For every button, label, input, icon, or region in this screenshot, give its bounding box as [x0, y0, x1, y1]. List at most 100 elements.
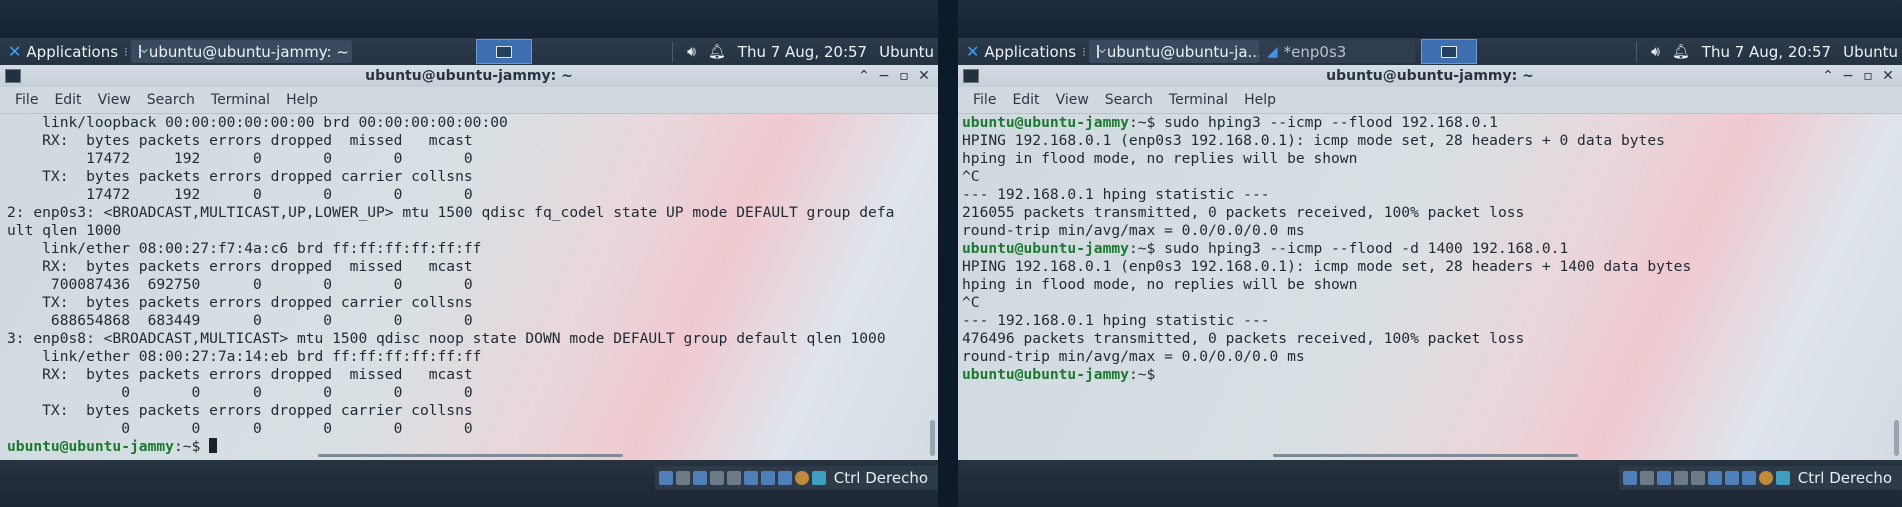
- vertical-scrollbar[interactable]: [930, 420, 935, 456]
- maximize-button[interactable]: ▫: [894, 68, 914, 84]
- notification-bell-icon[interactable]: 🔔︎: [708, 44, 726, 60]
- terminal-app-icon: [5, 69, 21, 83]
- mouse-integration-icon[interactable]: [1741, 471, 1756, 485]
- shell-prompt: ubuntu@ubuntu-jammy: [962, 240, 1129, 257]
- vertical-scrollbar[interactable]: [1894, 420, 1899, 456]
- host-key-label: Ctrl Derecho: [1797, 469, 1892, 487]
- applications-menu[interactable]: ✕ Applications ⁝: [0, 38, 131, 65]
- recording-icon[interactable]: [1724, 471, 1739, 485]
- terminal-app-icon: [963, 69, 979, 83]
- horizontal-scrollbar[interactable]: [1273, 454, 1578, 457]
- vm-top-bar: [958, 0, 1902, 38]
- xfce-logo-icon: ✕: [8, 42, 22, 61]
- output-line: round-trip min/avg/max = 0.0/0.0/0.0 ms: [962, 222, 1305, 239]
- terminal-output-area[interactable]: link/loopback 00:00:00:00:00:00 brd 00:0…: [0, 114, 938, 460]
- prompt-suffix: :~$: [173, 438, 210, 455]
- usb-icon[interactable]: [709, 471, 724, 485]
- display-icon[interactable]: [1707, 471, 1722, 485]
- shared-folder-icon[interactable]: [1690, 471, 1705, 485]
- vm-window-right: ✕ Applications ⁝ ubuntu@ubuntu-ja... ◢ *…: [958, 0, 1902, 507]
- terminal-titlebar[interactable]: ubuntu@ubuntu-jammy: ~ ⌃ − ▫ ✕: [0, 65, 938, 87]
- clock[interactable]: Thu 7 Aug, 20:57: [738, 43, 867, 61]
- terminal-output: ubuntu@ubuntu-jammy:~$ sudo hping3 --icm…: [958, 114, 1902, 384]
- user-menu[interactable]: Ubuntu: [879, 43, 934, 61]
- output-line: --- 192.168.0.1 hping statistic ---: [962, 186, 1270, 203]
- output-line: --- 192.168.0.1 hping statistic ---: [962, 312, 1270, 329]
- cpu-activity-icon[interactable]: [1758, 471, 1773, 485]
- hard-disk-icon[interactable]: [1622, 471, 1637, 485]
- taskbar-item-label: *enp0s3: [1283, 42, 1347, 61]
- show-desktop-button[interactable]: [1420, 39, 1477, 64]
- menu-file[interactable]: File: [15, 92, 38, 108]
- horizontal-scrollbar[interactable]: [318, 454, 623, 457]
- menu-search[interactable]: Search: [147, 92, 195, 108]
- menu-help[interactable]: Help: [1244, 92, 1276, 108]
- command-line: :~$: [1128, 366, 1156, 383]
- terminal-output-area[interactable]: ubuntu@ubuntu-jammy:~$ sudo hping3 --icm…: [958, 114, 1902, 460]
- recording-icon[interactable]: [760, 471, 775, 485]
- notification-bell-icon[interactable]: 🔔︎: [1672, 44, 1690, 60]
- host-key-arrow-icon[interactable]: [1775, 471, 1790, 485]
- cpu-activity-icon[interactable]: [794, 471, 809, 485]
- mouse-integration-icon[interactable]: [777, 471, 792, 485]
- desktop-icon: [495, 45, 512, 58]
- system-tray: 🔊︎ 🔔︎ Thu 7 Aug, 20:57 Ubuntu: [1628, 38, 1902, 65]
- optical-drive-icon[interactable]: [675, 471, 690, 485]
- minimize-button[interactable]: −: [1838, 68, 1858, 84]
- output-line: round-trip min/avg/max = 0.0/0.0/0.0 ms: [962, 348, 1305, 365]
- taskbar-item-terminal[interactable]: ubuntu@ubuntu-jammy: ~: [130, 40, 352, 63]
- wireshark-fin-icon: ◢: [1266, 43, 1278, 60]
- top-panel: ✕ Applications ⁝ ubuntu@ubuntu-ja... ◢ *…: [958, 38, 1902, 65]
- clock[interactable]: Thu 7 Aug, 20:57: [1702, 43, 1831, 61]
- menu-edit[interactable]: Edit: [1012, 92, 1039, 108]
- command-line: :~$ sudo hping3 --icmp --flood -d 1400 1…: [1128, 240, 1569, 257]
- output-line: HPING 192.168.0.1 (enp0s3 192.168.0.1): …: [962, 258, 1692, 275]
- taskbar-item-wireshark[interactable]: ◢ *enp0s3: [1258, 40, 1415, 63]
- panel-separator-icon: ⁝: [124, 44, 128, 59]
- menu-terminal[interactable]: Terminal: [211, 92, 270, 108]
- volume-icon[interactable]: 🔊︎: [1651, 44, 1660, 60]
- menu-terminal[interactable]: Terminal: [1169, 92, 1228, 108]
- usb-icon[interactable]: [1673, 471, 1688, 485]
- output-line: 476496 packets transmitted, 0 packets re…: [962, 330, 1525, 347]
- terminal-icon: [1096, 45, 1099, 58]
- menu-edit[interactable]: Edit: [54, 92, 81, 108]
- close-button[interactable]: ✕: [1878, 68, 1898, 84]
- shade-button[interactable]: ⌃: [854, 68, 874, 84]
- menu-view[interactable]: View: [98, 92, 131, 108]
- shell-prompt: ubuntu@ubuntu-jammy: [7, 438, 174, 455]
- display-icon[interactable]: [743, 471, 758, 485]
- menu-search[interactable]: Search: [1105, 92, 1153, 108]
- close-button[interactable]: ✕: [914, 68, 934, 84]
- volume-icon[interactable]: 🔊︎: [687, 44, 696, 60]
- output-line: 216055 packets transmitted, 0 packets re…: [962, 204, 1525, 221]
- terminal-menubar: File Edit View Search Terminal Help: [0, 87, 938, 114]
- applications-menu[interactable]: ✕ Applications ⁝: [958, 38, 1089, 65]
- network-icon[interactable]: [1656, 471, 1671, 485]
- taskbar-item-label: ubuntu@ubuntu-ja...: [1106, 42, 1259, 61]
- shade-button[interactable]: ⌃: [1818, 68, 1838, 84]
- host-key-arrow-icon[interactable]: [811, 471, 826, 485]
- vm-status-icons: Ctrl Derecho: [1618, 466, 1902, 490]
- applications-label: Applications: [26, 42, 119, 61]
- window-title: ubuntu@ubuntu-jammy: ~: [1326, 68, 1534, 84]
- shared-folder-icon[interactable]: [726, 471, 741, 485]
- show-desktop-button[interactable]: [475, 39, 532, 64]
- hard-disk-icon[interactable]: [658, 471, 673, 485]
- optical-drive-icon[interactable]: [1639, 471, 1654, 485]
- vm-status-bar: Ctrl Derecho: [0, 460, 938, 507]
- menu-help[interactable]: Help: [286, 92, 318, 108]
- ip-link-output: link/loopback 00:00:00:00:00:00 brd 00:0…: [7, 114, 895, 437]
- terminal-titlebar[interactable]: ubuntu@ubuntu-jammy: ~ ⌃ − ▫ ✕: [958, 65, 1902, 87]
- vm-top-bar: [0, 0, 938, 38]
- output-line: hping in flood mode, no replies will be …: [962, 276, 1358, 293]
- menu-file[interactable]: File: [973, 92, 996, 108]
- network-icon[interactable]: [692, 471, 707, 485]
- user-menu[interactable]: Ubuntu: [1843, 43, 1898, 61]
- tray-separator: [672, 41, 674, 62]
- maximize-button[interactable]: ▫: [1858, 68, 1878, 84]
- panel-separator-icon: ⁝: [1082, 44, 1086, 59]
- menu-view[interactable]: View: [1056, 92, 1089, 108]
- taskbar-item-terminal[interactable]: ubuntu@ubuntu-ja...: [1088, 40, 1259, 63]
- minimize-button[interactable]: −: [874, 68, 894, 84]
